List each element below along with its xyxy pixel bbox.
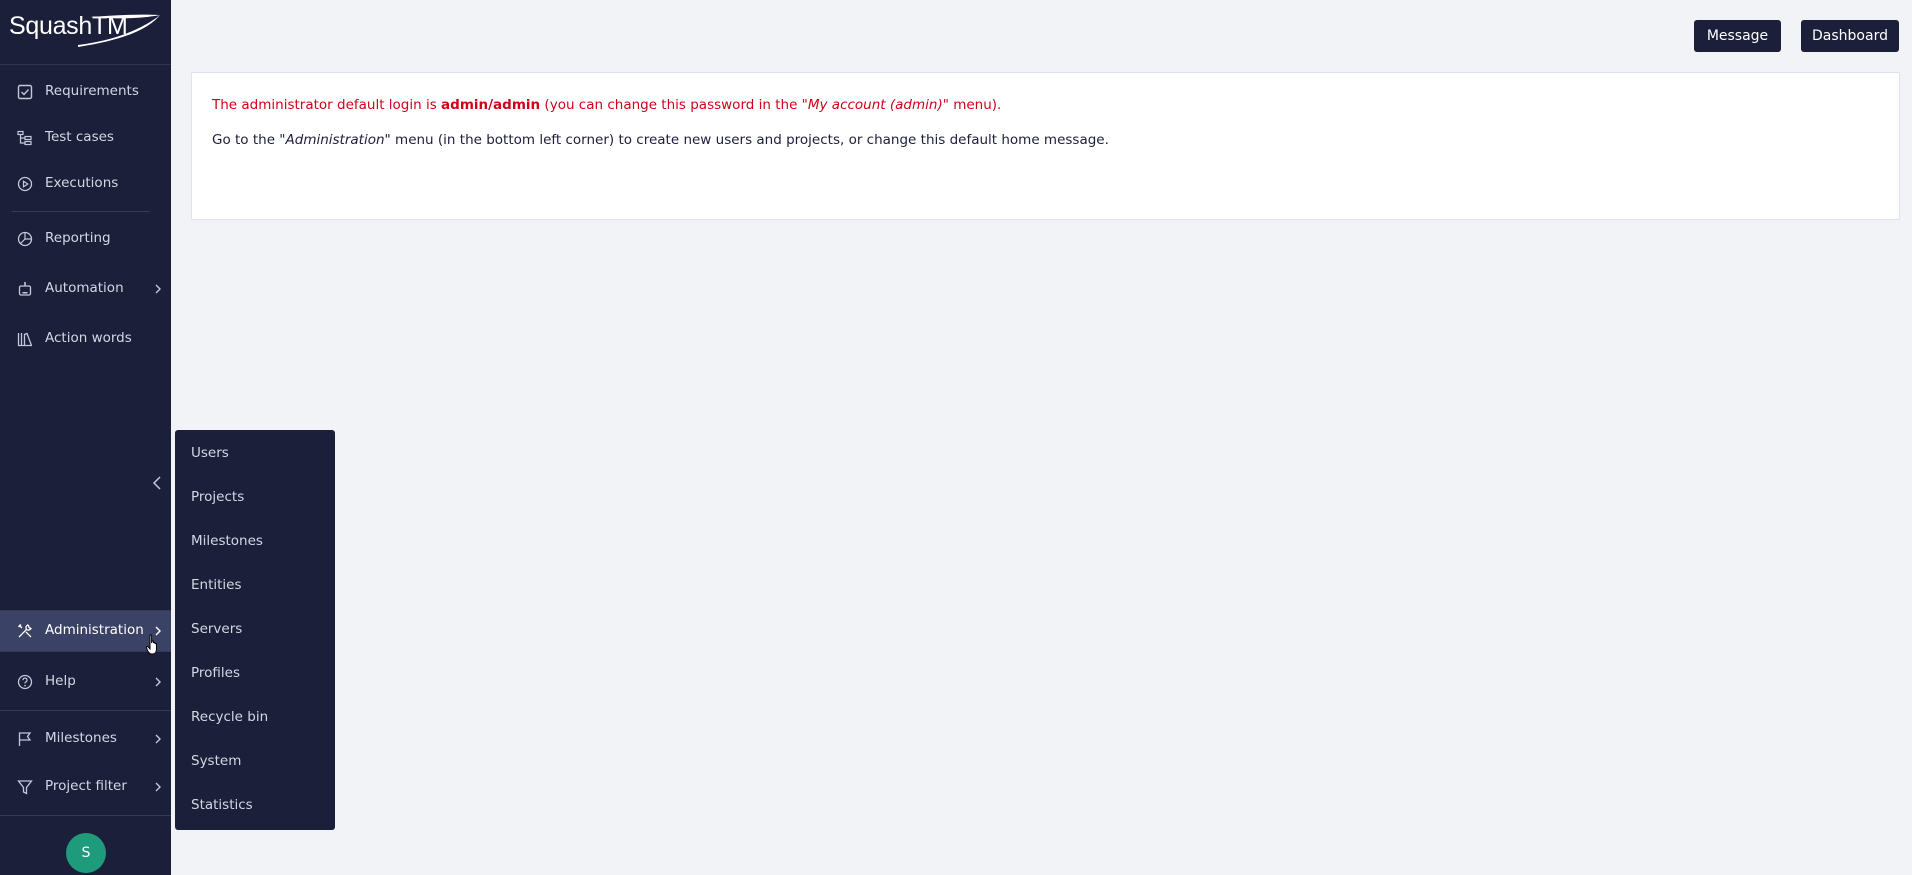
nav-label: Action words xyxy=(45,330,132,346)
nav-label: Project filter xyxy=(45,778,127,794)
nav-divider xyxy=(0,710,171,711)
admin-menu-hint: Go to the "Administration" menu (in the … xyxy=(212,132,1109,148)
filter-icon xyxy=(17,780,33,795)
tools-icon xyxy=(18,624,32,638)
library-icon xyxy=(17,332,33,347)
pie-chart-icon xyxy=(17,231,33,247)
nav-milestones[interactable]: Milestones xyxy=(0,719,171,759)
submenu-recycle-bin[interactable]: Recycle bin xyxy=(175,698,335,738)
logo-swoosh-icon xyxy=(78,14,160,47)
nav-automation[interactable]: Automation xyxy=(0,269,171,309)
nav-label: Milestones xyxy=(45,730,117,746)
nav-action-words[interactable]: Action words xyxy=(0,319,171,359)
robot-icon xyxy=(18,281,32,296)
nav-label: Administration xyxy=(45,622,144,638)
nav-requirements[interactable]: Requirements xyxy=(0,72,171,112)
chevron-right-icon xyxy=(155,677,161,687)
flag-icon xyxy=(18,732,32,746)
nav-label: Help xyxy=(45,673,76,689)
nav-help[interactable]: Help xyxy=(0,662,171,702)
message-button[interactable]: Message xyxy=(1694,20,1781,52)
default-credentials: admin/admin xyxy=(441,97,541,113)
submenu-profiles[interactable]: Profiles xyxy=(175,654,335,694)
submenu-entities[interactable]: Entities xyxy=(175,566,335,606)
submenu-system[interactable]: System xyxy=(175,742,335,782)
checkbox-icon xyxy=(17,84,33,100)
nav-reporting[interactable]: Reporting xyxy=(0,219,171,259)
nav-divider xyxy=(12,211,150,212)
collapse-sidebar-icon[interactable] xyxy=(150,472,164,494)
submenu-statistics[interactable]: Statistics xyxy=(175,786,335,826)
home-message-panel: The administrator default login is admin… xyxy=(191,72,1900,220)
admin-login-notice: The administrator default login is admin… xyxy=(212,97,1002,113)
nav-label: Requirements xyxy=(45,83,139,99)
nav-label: Automation xyxy=(45,280,124,296)
sidebar: SquashTM Requirements Test cases Executi… xyxy=(0,0,171,875)
user-avatar[interactable]: S xyxy=(66,833,106,873)
squashtm-logo[interactable]: SquashTM xyxy=(0,0,171,65)
help-circle-icon xyxy=(17,674,33,690)
nav-label: Reporting xyxy=(45,230,111,246)
chevron-right-icon xyxy=(155,782,161,792)
nav-label: Executions xyxy=(45,175,119,191)
hand-pointer-icon xyxy=(146,634,157,655)
nav-label: Test cases xyxy=(45,129,114,145)
tree-icon xyxy=(17,130,32,146)
chevron-right-icon xyxy=(155,734,161,744)
submenu-users[interactable]: Users xyxy=(175,434,335,474)
chevron-right-icon xyxy=(155,284,161,294)
submenu-servers[interactable]: Servers xyxy=(175,610,335,650)
dashboard-button[interactable]: Dashboard xyxy=(1801,20,1899,52)
submenu-projects[interactable]: Projects xyxy=(175,478,335,518)
nav-test-cases[interactable]: Test cases xyxy=(0,118,171,158)
nav-executions[interactable]: Executions xyxy=(0,164,171,204)
play-circle-icon xyxy=(17,176,33,192)
nav-project-filter[interactable]: Project filter xyxy=(0,767,171,807)
nav-divider xyxy=(0,815,171,816)
administration-submenu: Users Projects Milestones Entities Serve… xyxy=(175,430,335,830)
submenu-milestones[interactable]: Milestones xyxy=(175,522,335,562)
